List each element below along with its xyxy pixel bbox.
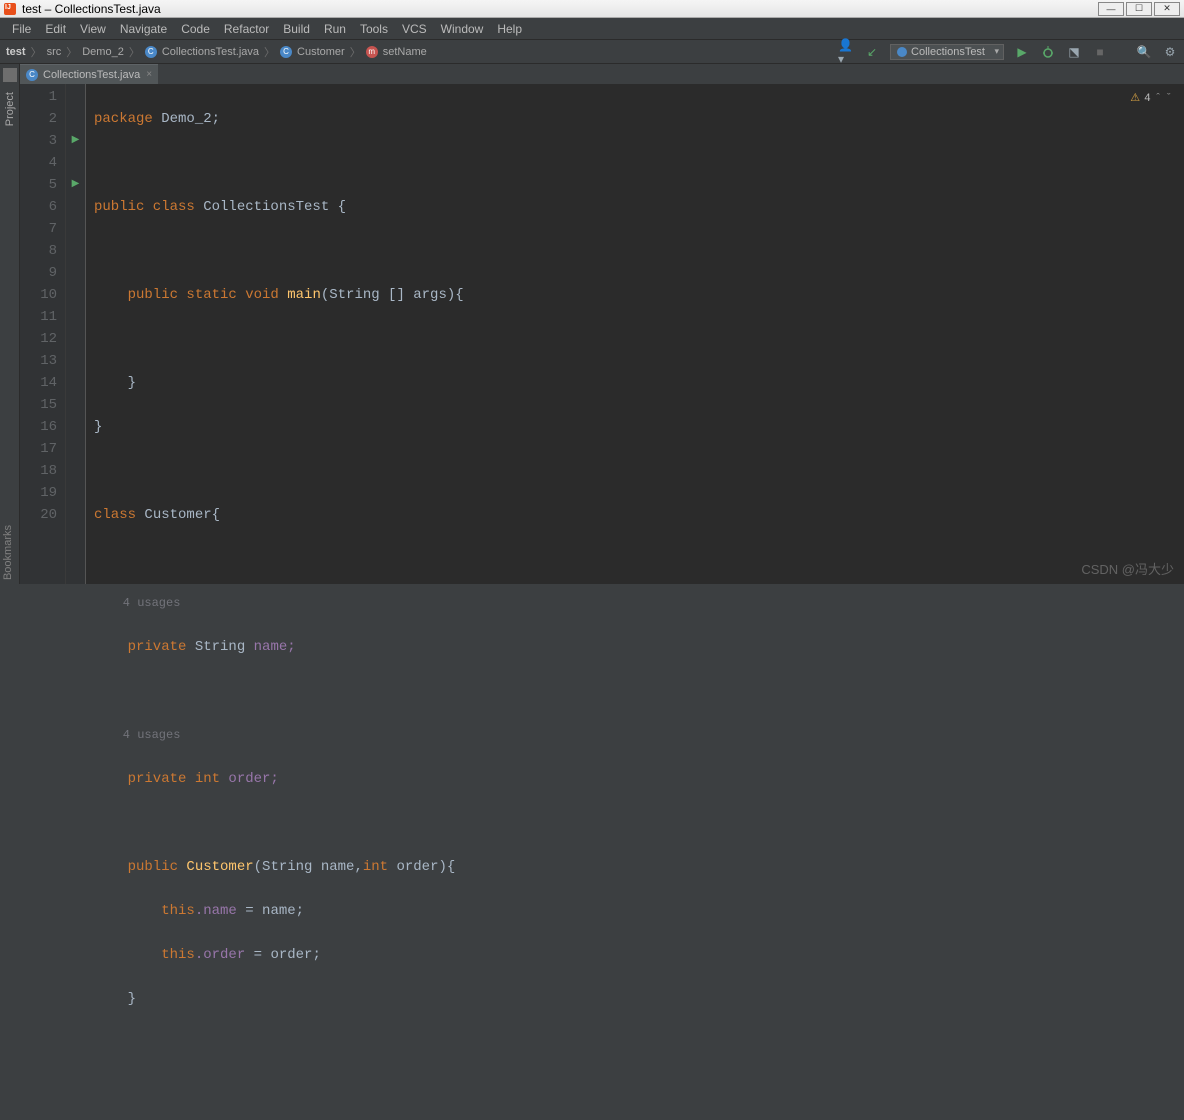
app-icon: [4, 3, 16, 15]
run-gutter-icon[interactable]: ▶: [66, 130, 85, 152]
menu-vcs[interactable]: VCS: [396, 20, 433, 38]
maximize-button[interactable]: ☐: [1126, 2, 1152, 16]
stop-button[interactable]: ■: [1092, 44, 1108, 60]
nav-bar: test 〉 src 〉 Demo_2 〉 C CollectionsTest.…: [0, 40, 1184, 64]
class-icon: C: [145, 46, 157, 58]
minimize-button[interactable]: —: [1098, 2, 1124, 16]
menu-view[interactable]: View: [74, 20, 112, 38]
menu-window[interactable]: Window: [435, 20, 490, 38]
crumb-src[interactable]: src: [47, 46, 62, 58]
breadcrumb[interactable]: test 〉 src 〉 Demo_2 〉 C CollectionsTest.…: [6, 44, 427, 60]
usages-hint[interactable]: 4 usages: [94, 728, 180, 742]
chevron-down-icon[interactable]: ˇ: [1165, 88, 1172, 110]
menu-bar: File Edit View Navigate Code Refactor Bu…: [0, 18, 1184, 40]
close-icon[interactable]: ×: [146, 69, 152, 80]
class-icon: C: [280, 46, 292, 58]
menu-build[interactable]: Build: [277, 20, 316, 38]
crumb-file[interactable]: CollectionsTest.java: [162, 46, 259, 58]
menu-edit[interactable]: Edit: [39, 20, 72, 38]
window-title: test – CollectionsTest.java: [22, 2, 161, 16]
close-button[interactable]: ✕: [1154, 2, 1180, 16]
menu-tools[interactable]: Tools: [354, 20, 394, 38]
sync-icon[interactable]: ↙: [864, 44, 880, 60]
menu-refactor[interactable]: Refactor: [218, 20, 275, 38]
menu-run[interactable]: Run: [318, 20, 352, 38]
warning-icon: ⚠: [1130, 88, 1140, 110]
window-titlebar: test – CollectionsTest.java — ☐ ✕: [0, 0, 1184, 18]
tool-strip-left: Project: [0, 64, 20, 584]
crumb-class[interactable]: Customer: [297, 46, 345, 58]
chevron-up-icon[interactable]: ˆ: [1155, 88, 1162, 110]
search-icon[interactable]: 🔍: [1136, 44, 1152, 60]
warning-count: 4: [1144, 88, 1151, 110]
method-icon: m: [366, 46, 378, 58]
editor[interactable]: 1234567891011121314151617181920 ▶ ▶ pack…: [20, 84, 1184, 584]
menu-code[interactable]: Code: [175, 20, 216, 38]
line-gutter: 1234567891011121314151617181920: [20, 84, 66, 584]
settings-icon[interactable]: ⚙: [1162, 44, 1178, 60]
tab-label: CollectionsTest.java: [43, 69, 140, 81]
coverage-button[interactable]: ⬔: [1066, 44, 1082, 60]
inspection-widget[interactable]: ⚠ 4 ˆ ˇ: [1130, 88, 1172, 110]
crumb-method[interactable]: setName: [383, 46, 427, 58]
crumb-pkg[interactable]: Demo_2: [82, 46, 124, 58]
crumb-project[interactable]: test: [6, 46, 26, 58]
menu-file[interactable]: File: [6, 20, 37, 38]
user-add-icon[interactable]: 👤▾: [838, 44, 854, 60]
run-gutter-icon[interactable]: ▶: [66, 174, 85, 196]
class-icon: C: [26, 69, 38, 81]
menu-navigate[interactable]: Navigate: [114, 20, 173, 38]
project-tab[interactable]: Project: [2, 86, 18, 132]
editor-tabs: C CollectionsTest.java ×: [20, 64, 1184, 84]
run-config-select[interactable]: CollectionsTest: [890, 44, 1004, 60]
code-area[interactable]: package Demo_2; public class Collections…: [86, 84, 1184, 584]
menu-help[interactable]: Help: [491, 20, 528, 38]
watermark: CSDN @冯大少: [1081, 559, 1174, 578]
gutter-icons: ▶ ▶: [66, 84, 86, 584]
run-button[interactable]: ▶: [1014, 44, 1030, 60]
debug-button[interactable]: [1040, 44, 1056, 60]
usages-hint[interactable]: 4 usages: [94, 596, 180, 610]
bookmarks-tab[interactable]: Bookmarks: [2, 525, 14, 580]
tab-collectionstest[interactable]: C CollectionsTest.java ×: [20, 64, 158, 84]
project-tool-icon[interactable]: [3, 68, 17, 82]
